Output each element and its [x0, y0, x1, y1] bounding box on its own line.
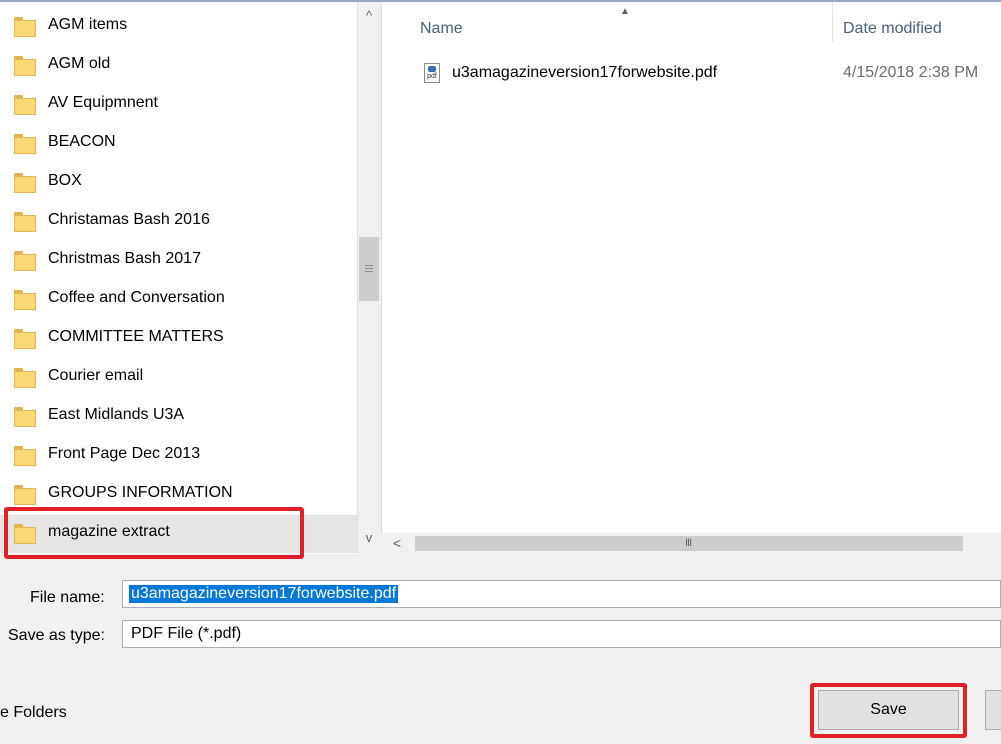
folder-label: AGM old	[48, 55, 111, 72]
folder-icon	[14, 407, 36, 427]
save-as-type-select[interactable]: PDF File (*.pdf)	[122, 620, 1001, 648]
folder-label: East Midlands U3A	[48, 406, 185, 423]
hide-folders-toggle[interactable]: e Folders	[0, 704, 67, 722]
folder-label: Front Page Dec 2013	[48, 445, 201, 462]
folder-label: GROUPS INFORMATION	[48, 484, 233, 501]
file-name-input[interactable]: u3amagazineversion17forwebsite.pdf	[122, 580, 1001, 608]
file-row[interactable]: pdf u3amagazineversion17forwebsite.pdf 4…	[382, 57, 1001, 91]
folder-icon	[14, 95, 36, 115]
folder-icon	[14, 485, 36, 505]
scroll-down-icon[interactable]: v	[358, 528, 380, 548]
file-name-input-value: u3amagazineversion17forwebsite.pdf	[129, 585, 399, 603]
save-as-type-value: PDF File (*.pdf)	[131, 625, 242, 642]
folder-item[interactable]: East Midlands U3A	[0, 398, 357, 436]
folder-icon	[14, 173, 36, 193]
column-header-name[interactable]: Name	[420, 20, 463, 38]
folder-label: BEACON	[48, 133, 116, 150]
folder-icon	[14, 329, 36, 349]
folder-label: Courier email	[48, 367, 144, 384]
folder-icon	[14, 251, 36, 271]
pdf-file-icon: pdf	[424, 63, 440, 83]
folder-label: BOX	[48, 172, 82, 189]
folder-label: Christmas Bash 2017	[48, 250, 201, 267]
folder-item[interactable]: BOX	[0, 164, 357, 202]
folder-item[interactable]: BEACON	[0, 125, 357, 163]
file-name: u3amagazineversion17forwebsite.pdf	[452, 64, 718, 81]
file-list-pane[interactable]: ▲ Name Date modified pdf u3amagazinevers…	[381, 2, 1001, 554]
h-scroll-grip: III	[685, 537, 692, 549]
scroll-thumb[interactable]	[359, 237, 379, 301]
folder-icon	[14, 446, 36, 466]
folder-label: COMMITTEE MATTERS	[48, 328, 224, 345]
folder-icon	[14, 368, 36, 388]
folder-icon	[14, 17, 36, 37]
highlight-save-button	[810, 683, 967, 738]
folder-icon	[14, 56, 36, 76]
file-list-h-scrollbar[interactable]: < III	[381, 533, 1001, 554]
folder-item[interactable]: AGM items	[0, 8, 357, 46]
save-as-type-label: Save as type:	[8, 627, 105, 644]
column-header-date-modified[interactable]: Date modified	[843, 20, 942, 38]
folder-tree-scrollbar[interactable]: ^ v	[357, 2, 380, 554]
folder-item[interactable]: AGM old	[0, 47, 357, 85]
folder-item[interactable]: Courier email	[0, 359, 357, 397]
folder-item[interactable]: AV Equipmnent	[0, 86, 357, 124]
file-date-modified: 4/15/2018 2:38 PM	[843, 64, 979, 81]
highlight-magazine-extract	[4, 507, 304, 559]
folder-label: Coffee and Conversation	[48, 289, 225, 306]
sort-ascending-icon: ▲	[620, 6, 630, 17]
folder-tree-pane[interactable]: AGM items AGM old AV Equipmnent BEACON B…	[0, 2, 357, 554]
scroll-left-icon[interactable]: <	[387, 533, 407, 554]
folder-item[interactable]: COMMITTEE MATTERS	[0, 320, 357, 358]
folder-icon	[14, 212, 36, 232]
cancel-button-partial[interactable]	[985, 690, 1001, 730]
h-scroll-thumb[interactable]: III	[415, 536, 963, 551]
folder-item[interactable]: Christmas Bash 2017	[0, 242, 357, 280]
column-divider[interactable]	[832, 2, 833, 42]
folder-icon	[14, 290, 36, 310]
file-list-header: ▲ Name Date modified	[382, 2, 1001, 42]
folder-item[interactable]: Christamas Bash 2016	[0, 203, 357, 241]
folder-icon	[14, 134, 36, 154]
folder-label: AV Equipmnent	[48, 94, 158, 111]
folder-item[interactable]: Coffee and Conversation	[0, 281, 357, 319]
folder-label: Christamas Bash 2016	[48, 211, 210, 228]
folder-label: AGM items	[48, 16, 128, 33]
folder-item[interactable]: Front Page Dec 2013	[0, 437, 357, 475]
scroll-up-icon[interactable]: ^	[358, 6, 380, 26]
file-name-label: File name:	[30, 589, 105, 606]
